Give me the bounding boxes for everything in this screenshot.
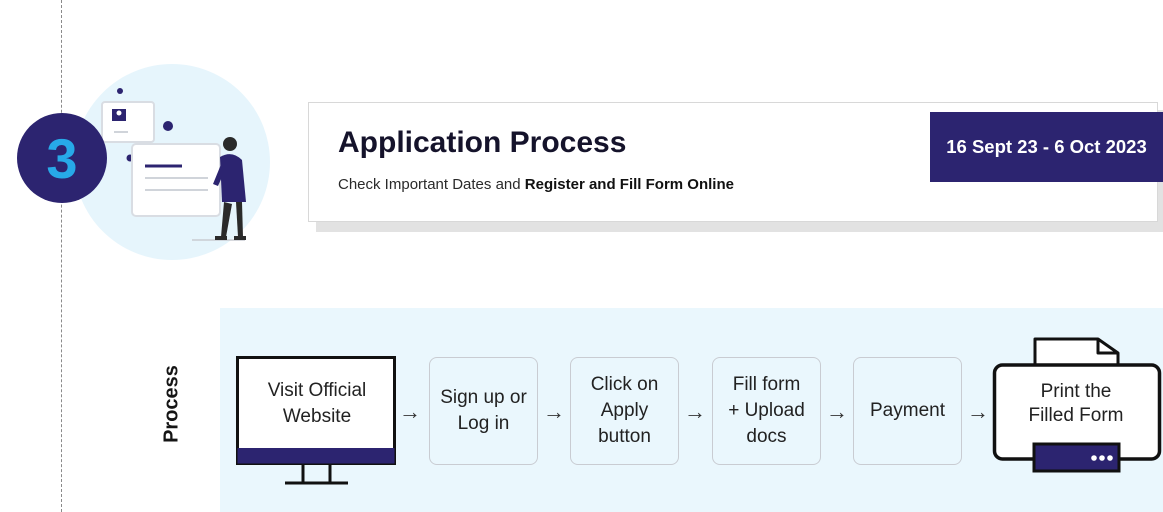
timeline-dashed-line xyxy=(61,0,62,512)
step-number: 3 xyxy=(46,126,78,190)
step-fill-form-label: Fill form + Upload docs xyxy=(728,374,805,447)
subtitle-prefix: Check Important Dates and xyxy=(338,176,525,193)
step-print-form-label: Print the Filled Form xyxy=(1028,381,1124,426)
arrow-icon: → xyxy=(826,399,848,424)
subtitle-emphasis: Register and Fill Form Online xyxy=(524,176,734,193)
step-number-badge: 3 xyxy=(17,113,107,203)
step-sign-up-label: Sign up or Log in xyxy=(440,387,527,434)
arrow-icon: → xyxy=(967,399,989,424)
arrow-icon: → xyxy=(684,399,706,424)
page-title: Application Process xyxy=(338,126,627,159)
arrow-icon: → xyxy=(399,399,421,424)
page-subtitle: Check Important Dates and Register and F… xyxy=(338,176,734,193)
step-sign-up-box: Sign up or Log in xyxy=(429,357,538,465)
step-payment-label: Payment xyxy=(870,400,945,421)
process-section-label: Process xyxy=(160,365,183,443)
arrow-icon: → xyxy=(543,399,565,424)
step-click-apply-label: Click on Apply button xyxy=(590,374,659,447)
step-fill-form-box: Fill form + Upload docs xyxy=(712,357,821,465)
step-payment-box: Payment xyxy=(853,357,962,465)
step-click-apply-box: Click on Apply button xyxy=(570,357,679,465)
step-visit-website-label: Visit Official Website xyxy=(267,380,367,427)
date-range-badge: 16 Sept 23 - 6 Oct 2023 xyxy=(930,112,1163,182)
